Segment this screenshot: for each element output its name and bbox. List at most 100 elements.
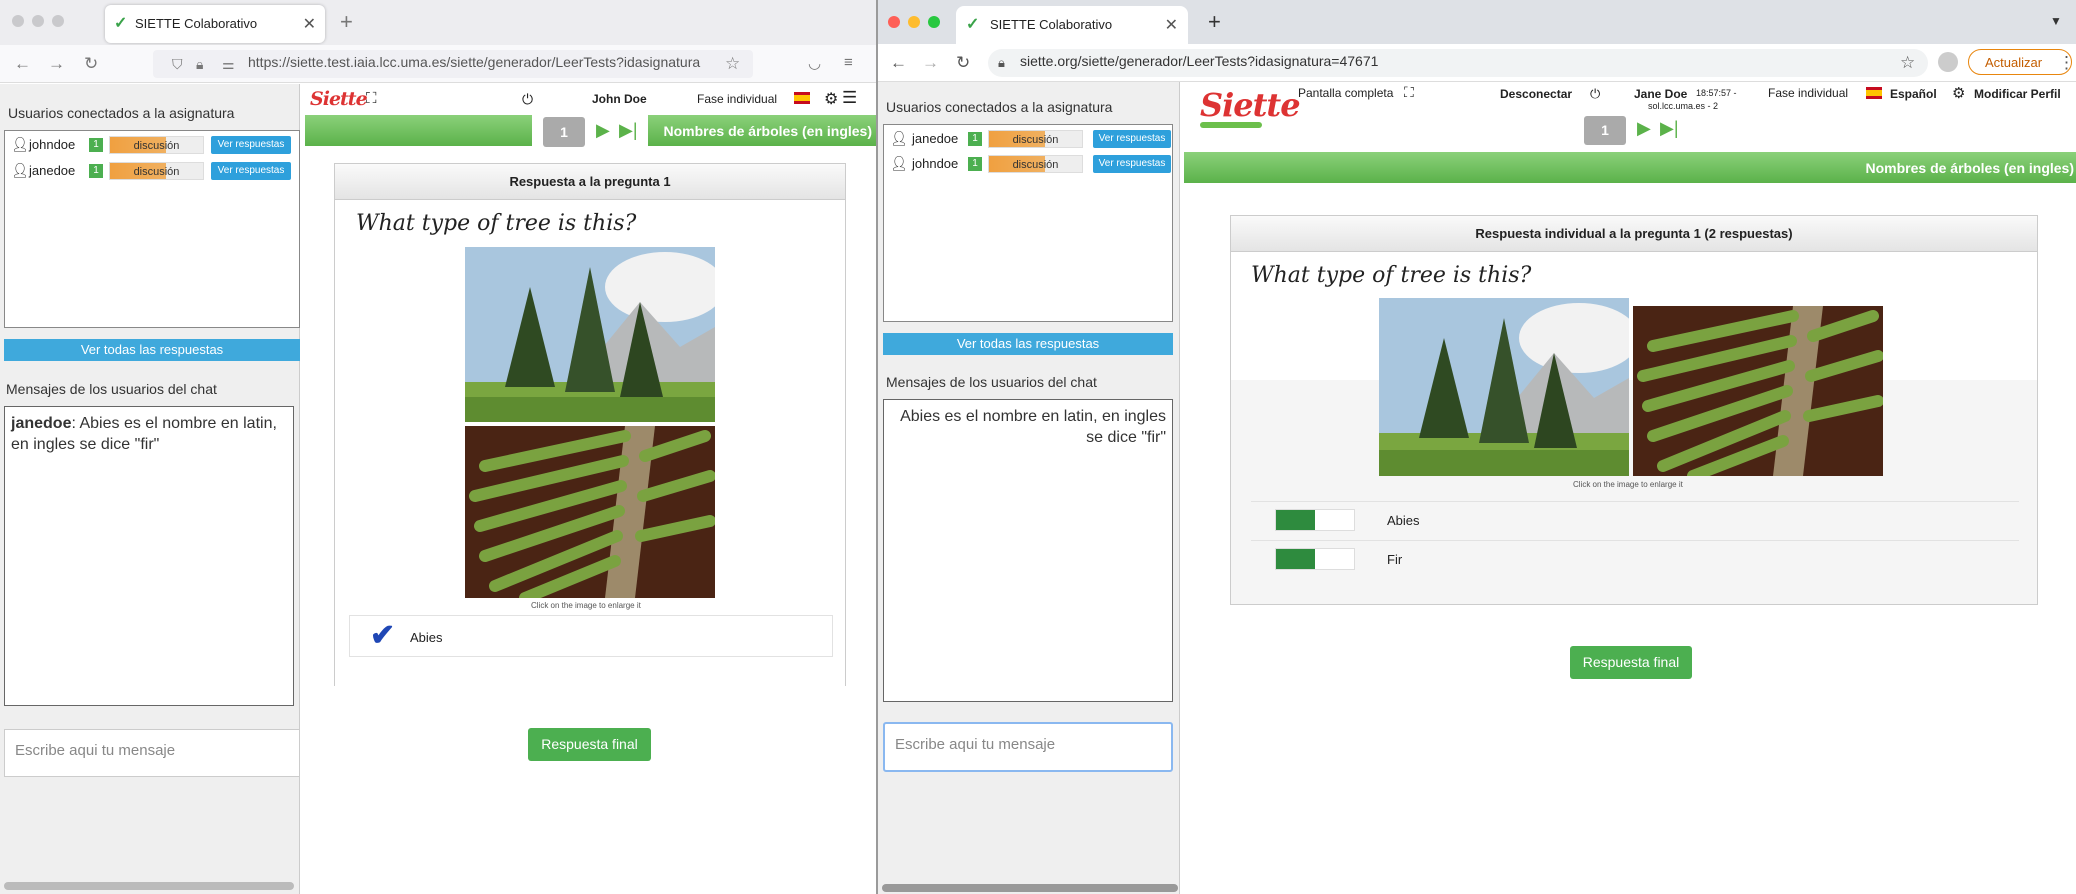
menu-icon[interactable]: ≡ [844,54,853,71]
tab-title: SIETTE Colaborativo [135,16,258,31]
fullscreen-label[interactable]: Pantalla completa [1298,86,1393,100]
question-text: What type of tree is this? [356,211,637,236]
answer-label: Abies [410,630,443,645]
forward-icon[interactable]: → [48,54,65,74]
tab-search-icon[interactable]: ▼ [2050,14,2062,28]
lock-icon[interactable]: 🔒︎ [998,55,1005,71]
settings-gear-icon[interactable]: ⚙ [1952,84,1965,102]
last-question-icon[interactable]: ▶| [619,120,638,141]
pocket-icon[interactable]: ◡ [808,54,821,72]
answer-label: Fir [1387,552,1403,567]
edit-profile-link[interactable]: Modificar Perfil [1974,87,2061,101]
reload-icon[interactable]: ↻ [84,54,98,74]
new-tab-icon[interactable]: + [1208,9,1221,35]
chat-message-text: Abies es el nombre en latin, en ingles s… [900,408,1166,446]
permissions-icon[interactable]: ⚌ [222,56,235,73]
chat-input[interactable]: Escribe aqui tu mensaje [4,729,300,777]
answer-frequency-fill [1276,549,1315,569]
bookmark-star-icon[interactable]: ☆ [725,54,740,74]
tree-photo[interactable] [1379,298,1629,476]
panel-title: Respuesta individual a la pregunta 1 (2 … [1231,216,2037,252]
profile-avatar[interactable] [1938,52,1958,72]
last-question-icon[interactable]: ▶| [1660,118,1679,139]
view-all-answers-button[interactable]: Ver todas las respuestas [883,333,1173,355]
user-row: 👤︎ johndoe 1 discusión Ver respuestas [9,135,303,155]
chat-sidebar: Usuarios conectados a la asignatura 👤︎ j… [0,84,300,894]
needle-photo[interactable] [465,426,715,598]
question-number[interactable]: 1 [1584,116,1626,145]
chat-input[interactable]: Escribe aqui tu mensaje [883,722,1173,772]
progress-bar-left [305,115,532,146]
users-list: 👤︎ johndoe 1 discusión Ver respuestas 👤︎… [4,130,300,328]
fullscreen-icon[interactable]: ⛶ [366,90,377,107]
tree-photo[interactable] [465,247,715,422]
view-answers-button[interactable]: Ver respuestas [1093,155,1171,173]
user-icon: 👤︎ [11,162,29,178]
user-badge: 1 [968,132,982,146]
settings-gear-icon[interactable]: ⚙ [824,89,838,109]
fullscreen-icon[interactable]: ⛶ [1404,84,1414,101]
horizontal-scrollbar[interactable] [4,882,294,890]
window-zoom-dot[interactable] [928,16,940,28]
power-icon[interactable]: ⏻ [522,91,533,108]
view-answers-button[interactable]: Ver respuestas [211,136,291,154]
user-badge: 1 [89,164,103,178]
back-icon[interactable]: ← [14,54,31,74]
question-text: What type of tree is this? [1251,263,1532,288]
shield-icon[interactable]: ⛉ [172,56,183,73]
reload-icon[interactable]: ↻ [956,53,970,73]
close-tab-icon[interactable]: ✕ [303,14,316,34]
window-close-dot[interactable] [888,16,900,28]
forward-icon[interactable]: → [922,53,939,73]
phase-label: Fase individual [697,92,778,106]
needle-photo[interactable] [1633,306,1883,476]
horizontal-scrollbar[interactable] [882,884,1178,892]
browser-tab[interactable]: ✓ SIETTE Colaborativo ✕ [956,6,1188,44]
session-time: 18:57:57 - [1696,88,1737,98]
answer-frequency-fill [1276,510,1315,530]
answer-row: Abies [1251,501,2019,539]
tab-title: SIETTE Colaborativo [990,17,1113,32]
right-browser-window: ✓ SIETTE Colaborativo ✕ + ▼ ← → ↻ 🔒︎ ☆ A… [876,0,2076,894]
browser-tab[interactable]: ✓ SIETTE Colaborativo ✕ [105,5,325,43]
bookmark-star-icon[interactable]: ☆ [1900,53,1915,73]
view-answers-button[interactable]: Ver respuestas [211,162,291,180]
spain-flag-icon[interactable] [1866,87,1882,99]
window-close-dot[interactable] [12,15,24,27]
user-row: 👤︎ johndoe 1 discusión Ver respuestas [888,154,1176,174]
chrome-menu-icon[interactable]: ⋮ [2058,53,2075,73]
window-minimize-dot[interactable] [908,16,920,28]
left-browser-window: ✓ SIETTE Colaborativo ✕ + ← → ↻ ⛉ 🔒︎ ⚌ ☆… [0,0,876,894]
window-minimize-dot[interactable] [32,15,44,27]
power-icon[interactable]: ⏻ [1590,86,1600,102]
back-icon[interactable]: ← [890,53,907,73]
final-answer-button[interactable]: Respuesta final [1570,646,1692,679]
final-answer-button[interactable]: Respuesta final [528,728,651,761]
image-caption: Click on the image to enlarge it [531,601,641,610]
disconnect-link[interactable]: Desconectar [1500,87,1572,101]
view-all-answers-button[interactable]: Ver todas las respuestas [4,339,300,361]
close-tab-icon[interactable]: ✕ [1165,15,1178,35]
menu-icon[interactable]: ☰ [842,88,857,108]
chat-sidebar: Usuarios conectados a la asignatura 👤︎ j… [878,82,1180,894]
lock-icon[interactable]: 🔒︎ [196,56,203,73]
question-number[interactable]: 1 [543,117,585,147]
url-text: siette.org/siette/generador/LeerTests?id… [1020,53,1379,69]
user-name: johndoe [29,137,76,152]
next-question-icon[interactable]: ▶ [1637,118,1651,139]
update-button[interactable]: Actualizar [1968,49,2072,75]
window-zoom-dot[interactable] [52,15,64,27]
status-badge: discusión [109,162,204,180]
view-answers-button[interactable]: Ver respuestas [1093,130,1171,148]
user-row: 👤︎ janedoe 1 discusión Ver respuestas [888,129,1176,149]
tab-strip: ✓ SIETTE Colaborativo ✕ + [0,0,876,45]
topic-bar: Nombres de árboles (en ingles) [648,115,876,146]
new-tab-icon[interactable]: + [340,9,353,35]
answer-row: ✔ Abies [349,615,833,657]
next-question-icon[interactable]: ▶ [596,120,610,141]
language-selector[interactable]: Español [1890,87,1937,101]
panel-title: Respuesta a la pregunta 1 [335,164,845,200]
spain-flag-icon[interactable] [794,92,810,104]
siette-favicon-icon: ✓ [966,16,980,33]
phase-label: Fase individual [1768,86,1849,100]
